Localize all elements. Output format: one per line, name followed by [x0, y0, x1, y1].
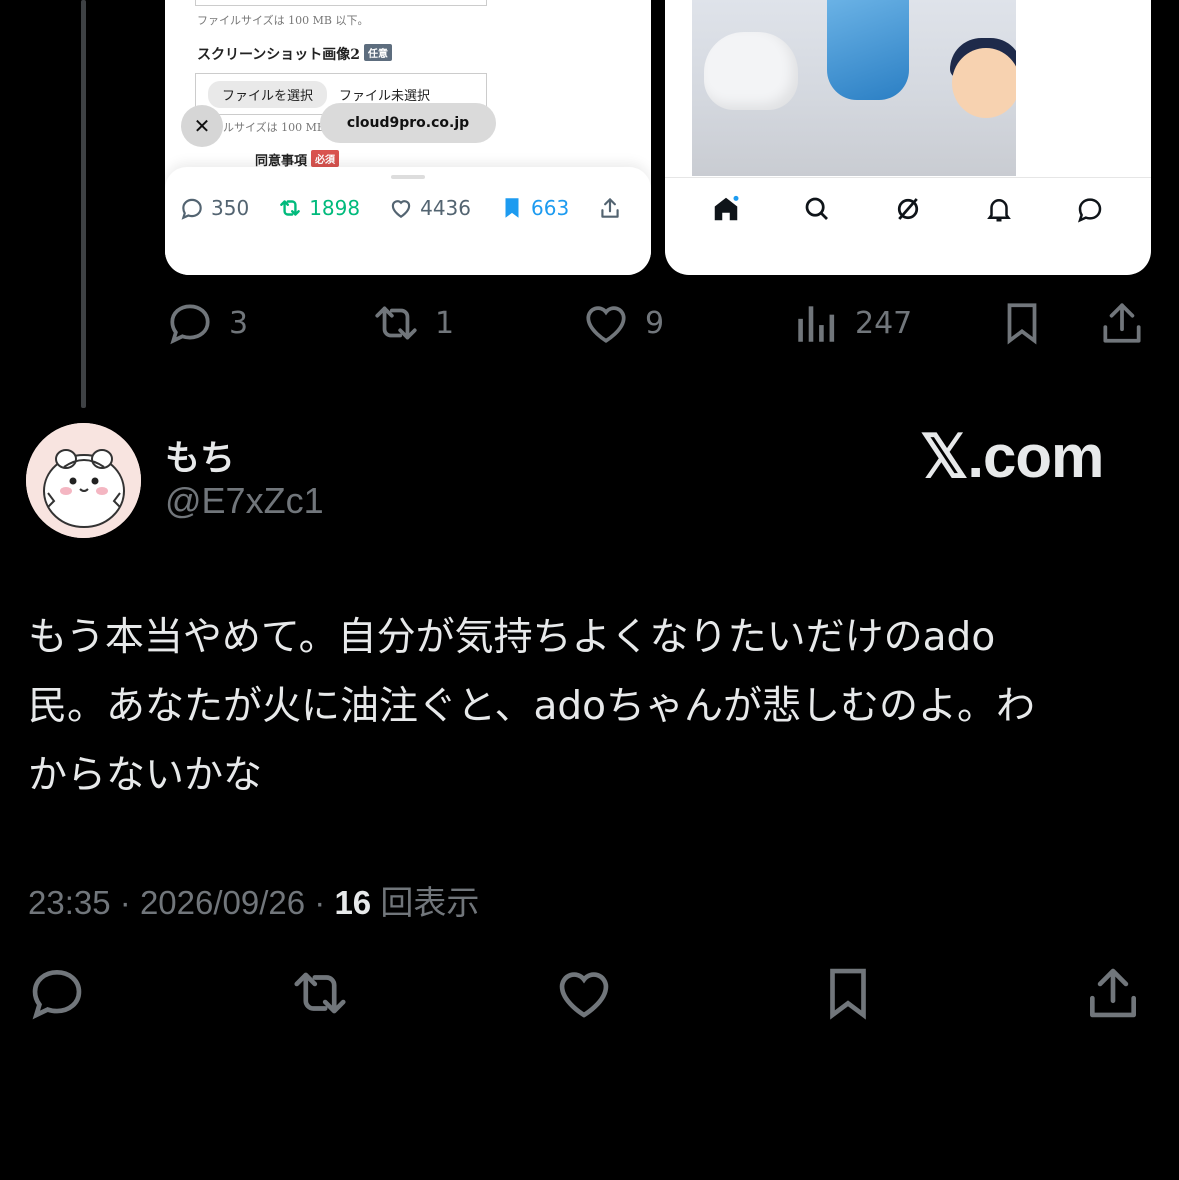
share-icon	[601, 198, 619, 218]
avatar[interactable]	[26, 423, 141, 538]
parent-action-bar: 3 1 9 247	[165, 298, 1155, 350]
meta-separator: ·	[119, 884, 140, 921]
screenshot-label-text: スクリーンショット画像2	[197, 47, 361, 63]
blue-figure	[827, 0, 909, 100]
tweet-date[interactable]: 2026/09/26	[140, 884, 305, 921]
file-size-note: ファイルサイズは 100 MB 以下。	[197, 14, 369, 27]
close-icon: ✕	[181, 105, 223, 147]
x-logo-watermark: 𝕏.com	[920, 423, 1104, 490]
required-tag: 必須	[311, 150, 340, 167]
bookmark-button[interactable]	[997, 298, 1047, 348]
bell-icon	[986, 198, 1011, 221]
reply-action-bar	[0, 962, 1179, 1032]
views-icon	[798, 306, 835, 342]
views-count: 247	[855, 305, 913, 341]
tweet-text-line: もう本当やめて。自分が気持ちよくなりたいだけのado	[28, 615, 996, 660]
screenshot-label: スクリーンショット画像2 任意	[197, 44, 393, 64]
like-button[interactable]: 9	[581, 298, 664, 348]
message-icon	[1077, 197, 1101, 223]
embedded-share	[597, 195, 623, 221]
repost-count: 1	[435, 305, 455, 341]
tweet-text-line: 民。あなたが火に油注ぐと、adoちゃんが悲しむのよ。わ	[28, 684, 1035, 729]
repost-icon[interactable]	[289, 962, 351, 1024]
reply-button[interactable]: 3	[165, 298, 248, 348]
embedded-likes: 4436	[388, 195, 471, 221]
file-status: ファイル未選択	[339, 88, 431, 104]
user-handle[interactable]: @E7xZc1	[165, 480, 324, 522]
like-count: 9	[645, 305, 665, 341]
share-icon[interactable]	[1082, 962, 1144, 1024]
embedded-screenshot-left[interactable]: ファイルサイズは 100 MB 以下。 スクリーンショット画像2 任意 ファイルを…	[165, 0, 651, 275]
url-pill: cloud9pro.co.jp	[320, 103, 496, 143]
thread-connector-line	[81, 0, 86, 408]
reply-icon	[181, 198, 202, 220]
heart-icon[interactable]	[553, 962, 615, 1024]
embedded-screenshot-right[interactable]	[665, 0, 1151, 275]
reply-icon[interactable]	[26, 962, 88, 1024]
embedded-bottom-nav	[665, 177, 1151, 275]
repost-icon	[280, 200, 301, 216]
embedded-stats: 350 1898 4436 663	[179, 195, 639, 221]
embedded-replies: 350	[179, 195, 249, 221]
embedded-reposts-count: 1898	[309, 196, 361, 220]
choose-file-button: ファイルを選択	[208, 80, 328, 108]
tweet-views-count: 16	[334, 884, 372, 921]
search-icon	[805, 197, 829, 220]
previous-file-field	[195, 0, 487, 6]
tweet-views-label: 回表示	[380, 883, 480, 922]
embedded-reposts: 1898	[277, 195, 360, 221]
share-button[interactable]	[1097, 298, 1147, 348]
home-icon	[715, 195, 739, 220]
figure-photo	[692, 0, 1016, 176]
tweet-text: もう本当やめて。自分が気持ちよくなりたいだけのado 民。あなたが火に油注ぐと、…	[28, 603, 1138, 810]
meta-separator: ·	[314, 884, 335, 921]
views-button[interactable]: 247	[791, 298, 912, 348]
optional-tag: 任意	[364, 44, 393, 61]
embedded-likes-count: 4436	[420, 196, 471, 220]
repost-button[interactable]: 1	[371, 298, 454, 348]
tweet-meta: 23:35 · 2026/09/26 · 16 回表示	[28, 876, 479, 924]
display-name[interactable]: もち	[165, 430, 235, 481]
embedded-replies-count: 350	[211, 196, 250, 220]
heart-icon	[586, 306, 626, 343]
reply-count: 3	[229, 305, 249, 341]
bookmark-icon	[505, 198, 519, 218]
share-icon	[1103, 303, 1141, 343]
repost-icon	[375, 306, 417, 340]
bookmark-icon	[1007, 303, 1037, 345]
embedded-bookmarks-count: 663	[531, 196, 570, 220]
sheet-grabber	[391, 175, 425, 179]
bookmark-icon[interactable]	[817, 962, 879, 1024]
embedded-bookmarks: 663	[499, 195, 569, 221]
engagement-sheet: 350 1898 4436 663	[165, 167, 651, 275]
white-plush-figure	[704, 32, 798, 110]
hamster-avatar-icon	[26, 423, 141, 538]
figure-face	[952, 48, 1016, 118]
grok-icon	[897, 197, 919, 220]
heart-icon	[391, 200, 411, 218]
tweet-text-line: からないかな	[28, 753, 263, 798]
reply-icon	[170, 304, 210, 345]
tweet-time[interactable]: 23:35	[28, 884, 111, 921]
